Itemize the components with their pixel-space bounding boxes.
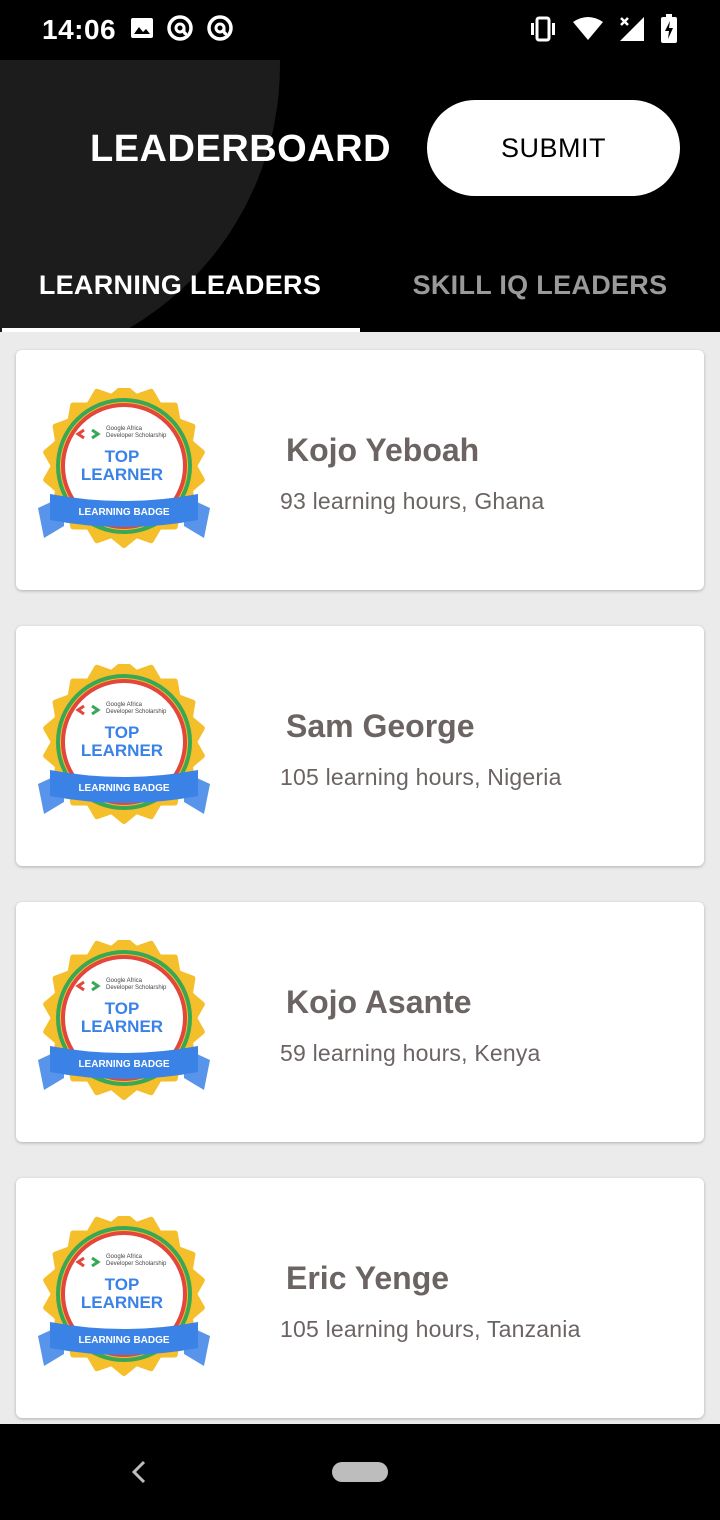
image-icon — [131, 18, 153, 38]
tab-label: LEARNING LEADERS — [38, 269, 322, 300]
battery-charging-icon — [661, 14, 677, 43]
badge-ribbon-text: LEARNING BADGE — [78, 1335, 169, 1346]
badge-ribbon-text: LEARNING BADGE — [78, 783, 169, 794]
badge-org-line2: Developer Scholarship — [106, 709, 167, 715]
top-learner-badge-icon: Google Africa Developer Scholarship TOP LEA… — [36, 1212, 212, 1376]
app-header: LEADERBOARD SUBMIT LEARNING LEADERS SKIL… — [0, 60, 720, 332]
badge-learner-text: LEARNER — [81, 1293, 163, 1312]
leader-card[interactable]: Google Africa Developer Scholarship TOP LEA… — [16, 902, 704, 1142]
signal-icon — [620, 17, 644, 41]
badge-top-text: TOP — [105, 1275, 140, 1294]
wifi-icon — [573, 17, 603, 40]
tab-label: SKILL IQ LEADERS — [412, 269, 668, 300]
badge-learner-text: LEARNER — [81, 465, 163, 484]
at-sign-icon — [167, 15, 193, 41]
leader-detail: 93 learning hours, Ghana — [280, 488, 545, 514]
badge-ribbon-text: LEARNING BADGE — [78, 507, 169, 518]
leader-detail: 105 learning hours, Nigeria — [280, 764, 562, 790]
badge-top-text: TOP — [105, 999, 140, 1018]
badge-org-line2: Developer Scholarship — [106, 985, 167, 991]
leader-name: Kojo Yeboah — [286, 432, 480, 468]
status-bar: 14:06 — [0, 0, 720, 60]
home-pill[interactable] — [332, 1462, 388, 1482]
leader-name: Eric Yenge — [286, 1260, 450, 1296]
badge-org-line1: Google Africa — [106, 1254, 143, 1260]
tab-bar: LEARNING LEADERS SKILL IQ LEADERS — [0, 256, 720, 332]
leader-name: Kojo Asante — [286, 984, 472, 1020]
leaders-list[interactable]: Google Africa Developer Scholarship TOP LEA… — [0, 332, 720, 1424]
leader-card[interactable]: Google Africa Developer Scholarship TOP LEA… — [16, 350, 704, 590]
leader-name: Sam George — [286, 708, 475, 744]
vibrate-icon — [531, 16, 555, 42]
at-sign-icon — [207, 15, 233, 41]
badge-learner-text: LEARNER — [81, 1017, 163, 1036]
badge-org-line1: Google Africa — [106, 426, 143, 432]
status-time: 14:06 — [42, 14, 117, 45]
leader-card[interactable]: Google Africa Developer Scholarship TOP LEA… — [16, 626, 704, 866]
badge-top-text: TOP — [105, 447, 140, 466]
page-title: LEADERBOARD — [90, 128, 392, 170]
badge-org-line1: Google Africa — [106, 702, 143, 708]
badge-ribbon-text: LEARNING BADGE — [78, 1059, 169, 1070]
badge-learner-text: LEARNER — [81, 741, 163, 760]
tab-skill-iq-leaders[interactable]: SKILL IQ LEADERS — [360, 256, 720, 332]
badge-org-line1: Google Africa — [106, 978, 143, 984]
tab-learning-leaders[interactable]: LEARNING LEADERS — [0, 256, 360, 332]
top-learner-badge-icon: Google Africa Developer Scholarship TOP LEA… — [36, 660, 212, 824]
top-learner-badge-icon: Google Africa Developer Scholarship TOP LEA… — [36, 384, 212, 548]
leader-card[interactable]: Google Africa Developer Scholarship TOP LEA… — [16, 1178, 704, 1418]
leader-detail: 59 learning hours, Kenya — [280, 1040, 541, 1066]
back-icon[interactable] — [126, 1458, 152, 1486]
badge-org-line2: Developer Scholarship — [106, 1261, 167, 1267]
badge-top-text: TOP — [105, 723, 140, 742]
leader-detail: 105 learning hours, Tanzania — [280, 1316, 581, 1342]
top-learner-badge-icon: Google Africa Developer Scholarship TOP LEA… — [36, 936, 212, 1100]
navigation-bar — [0, 1424, 720, 1520]
submit-button[interactable]: SUBMIT — [427, 100, 680, 196]
badge-org-line2: Developer Scholarship — [106, 433, 167, 439]
